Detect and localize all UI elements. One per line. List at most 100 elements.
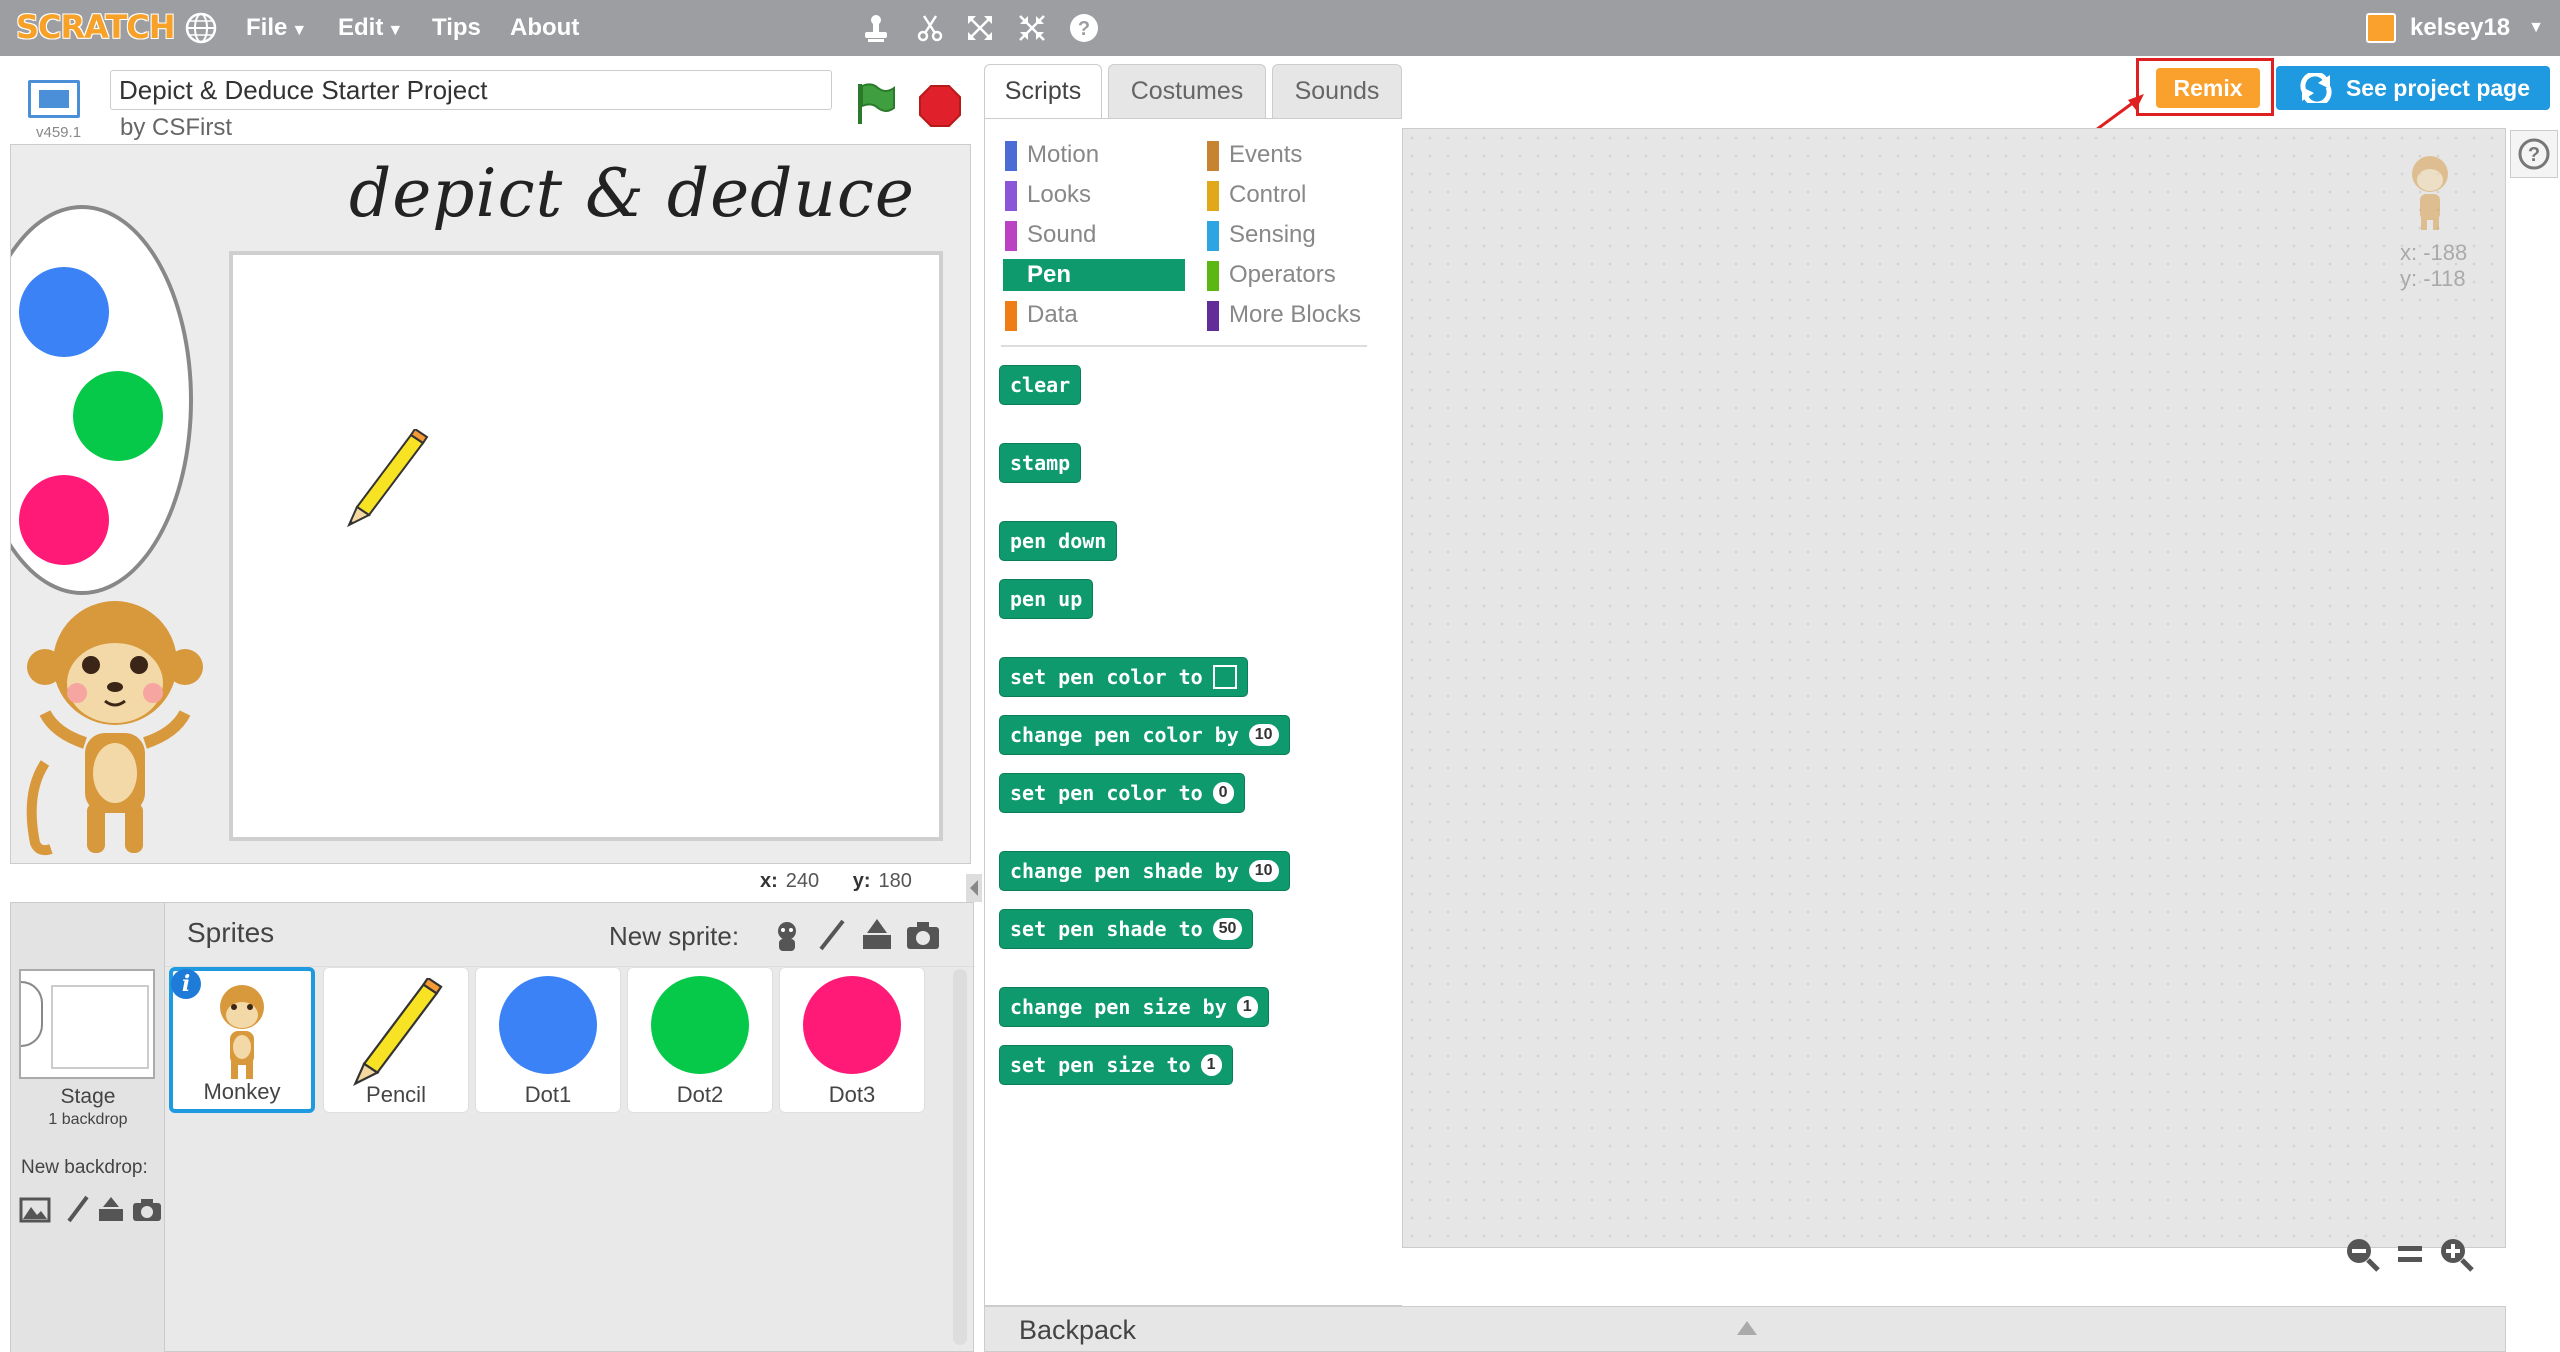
sprite-name: Dot2 <box>676 1082 724 1107</box>
category-operators[interactable]: Operators <box>1205 259 1336 291</box>
block-set-pen-size-to[interactable]: set pen size to 1 <box>999 1045 1233 1085</box>
menu-edit[interactable]: Edit ▼ <box>338 14 403 42</box>
remix-button[interactable]: Remix <box>2156 68 2260 108</box>
sprite-scrollbar[interactable] <box>953 969 967 1345</box>
sprite-tile-dot1[interactable]: Dot1 <box>475 967 621 1113</box>
current-sprite-preview <box>2412 156 2448 230</box>
menu-tips[interactable]: Tips <box>432 14 481 42</box>
stage-backdrop-count: 1 backdrop <box>48 1111 128 1128</box>
stage[interactable]: depict & deduce <box>10 144 971 864</box>
help-tab[interactable]: ? <box>2510 130 2558 178</box>
sprite-tile-monkey[interactable]: i Monkey <box>169 967 315 1113</box>
user-menu[interactable]: kelsey18 ▼ <box>2366 12 2544 44</box>
block-pen-down[interactable]: pen down <box>999 521 1118 561</box>
see-project-page-label: See project page <box>2345 74 2531 101</box>
refresh-arrows-icon <box>2300 73 2332 103</box>
category-control[interactable]: Control <box>1205 179 1306 211</box>
menu-bar: SCRATCH File ▼ Edit ▼ Tips About ? kelsey1… <box>0 0 2560 56</box>
category-sensing[interactable]: Sensing <box>1205 219 1316 251</box>
zoom-out-icon[interactable] <box>2342 1234 2382 1274</box>
question-icon: ? <box>2518 138 2550 170</box>
backpack-expand-icon[interactable] <box>1737 1321 1757 1335</box>
block-change-pen-shade-by[interactable]: change pen shade by 10 <box>999 851 1290 891</box>
category-divider <box>1001 345 1367 347</box>
sprite-library-icon[interactable] <box>769 917 805 953</box>
sprite-name: Pencil <box>366 1082 426 1107</box>
user-avatar-icon <box>2366 13 2397 43</box>
version-label: v459.1 <box>36 124 82 141</box>
project-title-input[interactable] <box>110 70 832 110</box>
duplicate-stamp-icon[interactable] <box>860 12 892 44</box>
pencil-sprite[interactable] <box>341 429 431 529</box>
pen-color-swatch[interactable] <box>1212 665 1237 689</box>
drawing-canvas[interactable] <box>229 251 943 841</box>
backpack[interactable]: Backpack <box>984 1306 2506 1352</box>
mouse-x-value: 240 <box>785 870 820 892</box>
block-set-pen-color-to-number[interactable]: set pen color to 0 <box>999 773 1245 813</box>
category-sound[interactable]: Sound <box>1003 219 1096 251</box>
camera-sprite-icon[interactable] <box>905 917 941 953</box>
help-icon[interactable]: ? <box>1068 12 1100 44</box>
sprites-title: Sprites <box>187 917 275 948</box>
see-project-page-button[interactable]: See project page <box>2276 66 2550 110</box>
shrink-icon[interactable] <box>1016 12 1048 44</box>
block-set-pen-shade-to[interactable]: set pen shade to 50 <box>999 909 1254 949</box>
dot3-thumbnail <box>803 976 901 1074</box>
tab-sounds[interactable]: Sounds <box>1272 64 1402 118</box>
block-change-pen-size-by[interactable]: change pen size by 1 <box>999 987 1269 1027</box>
tab-costumes[interactable]: Costumes <box>1108 64 1266 118</box>
paint-sprite-icon[interactable] <box>813 917 849 953</box>
sprites-header: Sprites New sprite: <box>165 903 975 967</box>
dot1-sprite[interactable] <box>19 267 109 357</box>
category-more-blocks[interactable]: More Blocks <box>1205 299 1361 331</box>
backpack-label: Backpack <box>1019 1315 1137 1345</box>
sprite-name: Dot3 <box>828 1082 876 1107</box>
stage-thumbnail[interactable] <box>19 969 155 1079</box>
category-data[interactable]: Data <box>1003 299 1078 331</box>
camera-backdrop-icon[interactable] <box>131 1195 163 1223</box>
project-author: by CSFirst <box>120 114 233 141</box>
sprite-tile-dot2[interactable]: Dot2 <box>627 967 773 1113</box>
menu-about[interactable]: About <box>510 14 579 42</box>
sprite-tile-dot3[interactable]: Dot3 <box>779 967 925 1113</box>
paint-backdrop-icon[interactable] <box>61 1195 93 1223</box>
cut-scissors-icon[interactable] <box>914 12 946 44</box>
zoom-reset-icon[interactable] <box>2390 1234 2430 1274</box>
category-motion[interactable]: Motion <box>1003 139 1099 171</box>
block-pen-up[interactable]: pen up <box>999 579 1094 619</box>
stage-mouse-coords: x: 240 y: 180 <box>760 870 912 892</box>
backdrop-library-icon[interactable] <box>19 1195 51 1223</box>
tab-scripts[interactable]: Scripts <box>984 64 1102 118</box>
stop-icon[interactable] <box>918 84 962 128</box>
script-area[interactable] <box>1402 128 2506 1248</box>
svg-text:?: ? <box>2528 144 2540 166</box>
block-palette: Motion Looks Sound Pen Data Events Contr… <box>984 118 1402 1306</box>
stage-column: Stage 1 backdrop New backdrop: <box>11 903 165 1352</box>
dot1-thumbnail <box>499 976 597 1074</box>
sprite-tile-pencil[interactable]: Pencil <box>323 967 469 1113</box>
block-change-pen-color-by[interactable]: change pen color by 10 <box>999 715 1290 755</box>
zoom-in-icon[interactable] <box>2436 1234 2476 1274</box>
globe-icon[interactable] <box>184 11 218 45</box>
upload-backdrop-icon[interactable] <box>95 1195 127 1223</box>
stage-title-text: depict & deduce <box>349 155 915 232</box>
block-clear[interactable]: clear <box>999 365 1082 405</box>
category-events[interactable]: Events <box>1205 139 1302 171</box>
green-flag-icon[interactable] <box>852 80 900 128</box>
category-pen[interactable]: Pen <box>1003 259 1185 291</box>
category-looks[interactable]: Looks <box>1003 179 1091 211</box>
menu-file[interactable]: File ▼ <box>246 14 307 42</box>
dot2-sprite[interactable] <box>73 371 163 461</box>
new-sprite-label: New sprite: <box>609 921 740 951</box>
dot3-sprite[interactable] <box>19 475 109 565</box>
block-stamp[interactable]: stamp <box>999 443 1082 483</box>
block-set-pen-color-swatch[interactable]: set pen color to <box>999 657 1248 697</box>
collapse-stage-icon[interactable] <box>966 874 982 902</box>
upload-sprite-icon[interactable] <box>859 917 895 953</box>
fullscreen-button[interactable] <box>28 80 80 118</box>
info-icon[interactable]: i <box>171 969 201 999</box>
monkey-sprite[interactable] <box>25 593 205 861</box>
sprite-y-readout: y: -118 <box>2400 266 2466 291</box>
scratch-logo[interactable]: SCRATCH <box>16 8 176 46</box>
grow-icon[interactable] <box>964 12 996 44</box>
